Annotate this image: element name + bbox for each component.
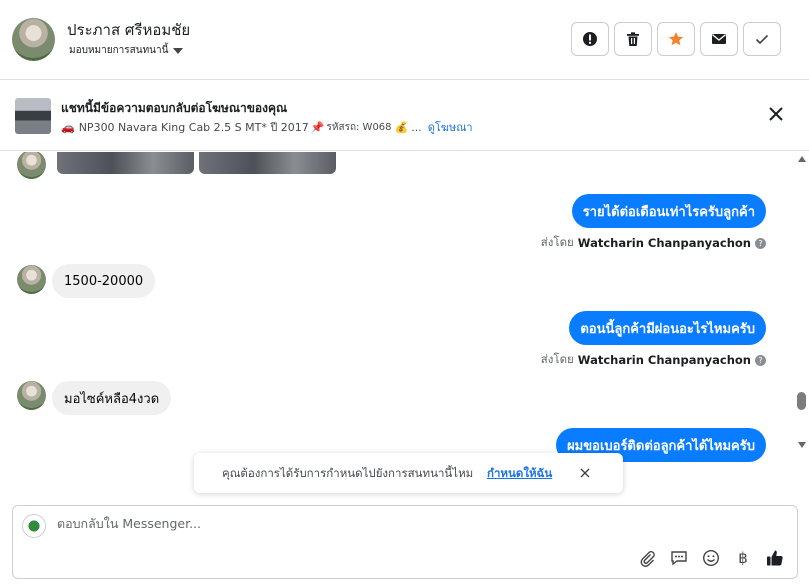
close-icon[interactable] [579,467,591,479]
contact-name[interactable]: ประภาส ศรีหอมชัย [67,18,190,42]
ad-banner-title: แชทนี้มีข้อความตอบกลับต่อโฆษณาของคุณ [61,101,288,115]
assign-conversation-dropdown[interactable]: มอบหมายการสนทนานี้ [69,43,184,58]
emoji-button[interactable] [701,548,721,568]
envelope-icon [712,34,726,44]
sent-by-line: ส่งโดย Watcharin Chanpanyachon ? [541,234,766,252]
ad-thumbnail[interactable] [15,98,51,134]
sent-by-label: ส่งโดย [540,352,574,366]
message-thread[interactable]: รายได้ต่อเดือนเท่าไรครับลูกค้า ส่งโดย Wa… [0,152,796,500]
conversation-header: ประภาส ศรีหอมชัย มอบหมายการสนทนานี้ [0,0,809,80]
assign-prompt-toast: คุณต้องการได้รับการกำหนดไปยังการสนทนานี้… [194,453,623,493]
header-actions [571,22,781,56]
sender-name: Watcharin Chanpanyachon [577,353,751,367]
trash-icon [627,32,639,46]
thumbs-up-icon [767,550,783,566]
reply-input[interactable] [57,516,657,531]
mark-unread-button[interactable] [700,22,738,56]
ad-code-text: รหัสรถ: W068 [326,121,392,133]
sent-by-label: ส่งโดย [540,235,574,249]
attached-photo[interactable] [199,152,336,174]
ad-reply-banner: แชทนี้มีข้อความตอบกลับต่อโฆษณาของคุณ 🚗 N… [0,81,809,151]
smiley-icon [702,549,720,567]
thread-scrollbar[interactable] [796,152,809,452]
ad-ellipsis: ... [411,120,422,134]
car-icon: 🚗 [61,120,75,134]
ad-model-text: NP300 Navara King Cab 2.5 S MT* ปี 2017 [78,121,309,134]
baht-icon: ฿ [738,549,748,567]
mark-done-button[interactable] [743,22,781,56]
contact-avatar-small [17,265,46,294]
delete-button[interactable] [614,22,652,56]
money-bag-icon: 💰 [394,120,409,134]
attach-button[interactable] [637,548,657,568]
spam-button[interactable] [571,22,609,56]
scroll-down-arrow-icon[interactable] [798,442,806,448]
reply-composer: ฿ [12,505,798,579]
close-icon[interactable] [767,105,785,123]
attached-photo[interactable] [57,152,194,174]
outgoing-message[interactable]: รายได้ต่อเดือนเท่าไรครับลูกค้า [571,194,766,228]
payment-button[interactable]: ฿ [733,548,753,568]
paperclip-icon [640,551,655,567]
star-icon [668,32,684,46]
help-icon[interactable]: ? [755,237,766,249]
outgoing-message[interactable]: ตอนนี้ลูกค้ามีผ่อนอะไรไหมครับ [569,311,766,345]
like-button[interactable] [765,548,785,568]
assign-to-me-link[interactable]: กำหนดให้ฉัน [487,465,552,483]
sent-by-line: ส่งโดย Watcharin Chanpanyachon ? [541,351,766,369]
pin-icon: 📌 [310,120,325,134]
contact-avatar-small [17,152,46,179]
saved-replies-button[interactable] [669,548,689,568]
page-logo [22,514,46,538]
contact-avatar[interactable] [12,18,55,61]
scrollbar-thumb[interactable] [797,392,806,410]
composer-tools: ฿ [637,548,785,568]
contact-avatar-small [17,381,46,410]
incoming-message[interactable]: 1500-20000 [52,264,156,298]
view-ad-link[interactable]: ดูโฆษณา [428,118,473,136]
chat-bubble-icon [671,551,687,566]
ad-details: 🚗 NP300 Navara King Cab 2.5 S MT* ปี 201… [61,118,473,136]
star-button[interactable] [657,22,695,56]
check-icon [755,34,769,45]
chevron-down-icon [173,47,184,54]
assign-prompt-text: คุณต้องการได้รับการกำหนดไปยังการสนทนานี้… [222,466,474,480]
alert-icon [583,32,597,46]
assign-label: มอบหมายการสนทนานี้ [69,45,169,56]
incoming-message[interactable]: มอไซค์หลือ4งวด [52,381,172,415]
sender-name: Watcharin Chanpanyachon [577,236,751,250]
scroll-up-arrow-icon[interactable] [798,156,806,162]
help-icon[interactable]: ? [755,354,766,366]
